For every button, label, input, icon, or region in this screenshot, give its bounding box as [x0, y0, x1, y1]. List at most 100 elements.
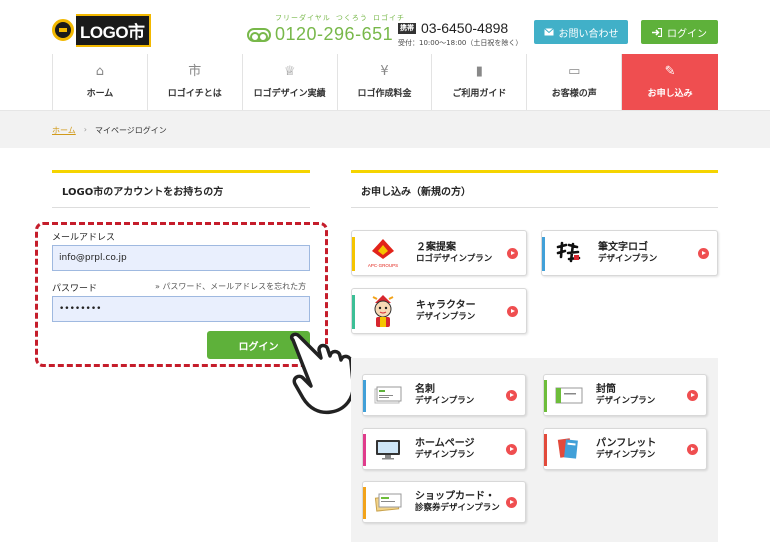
- plan-subtitle: 診察券デザインプラン: [415, 502, 500, 513]
- plan-character[interactable]: キャラクター デザインプラン: [351, 288, 527, 334]
- arrow-right-icon: [687, 390, 698, 401]
- arrow-right-icon: [506, 497, 517, 508]
- plan-title: ショップカード・: [415, 490, 495, 502]
- plan-accent-bar: [542, 237, 545, 271]
- nav-item-voices[interactable]: ▭ お客様の声: [527, 54, 623, 110]
- yen-icon: ¥: [380, 64, 389, 79]
- freedial-kana: つくろう: [335, 14, 368, 22]
- plan-title: ２案提案: [416, 241, 456, 253]
- shop-card-thumbnail: [373, 491, 403, 513]
- apply-section-title: お申し込み（新規の方）: [351, 170, 718, 208]
- breadcrumb-bar: ホーム › マイページログイン: [0, 110, 770, 148]
- nav-label: ロゴデザイン実績: [253, 89, 326, 99]
- apc-logo-thumbnail: APC·GROUPS: [362, 237, 404, 269]
- plan-subtitle: デザインプラン: [596, 449, 656, 460]
- freedial-icon: [247, 27, 271, 42]
- plan-title: ホームページ: [415, 437, 475, 449]
- arrow-right-icon: [507, 248, 518, 259]
- plan-title: 名刺: [415, 383, 435, 395]
- plan-envelope[interactable]: 封筒 デザインプラン: [543, 374, 707, 416]
- plan-subtitle: デザインプラン: [596, 395, 656, 406]
- brush-calligraphy-thumbnail: [552, 241, 584, 265]
- apc-caption: APC·GROUPS: [368, 263, 398, 268]
- home-icon: ⌂: [95, 64, 105, 79]
- arrow-right-icon: [698, 248, 709, 259]
- plan-accent-bar: [352, 295, 355, 329]
- logo-coin-icon: [52, 19, 74, 41]
- header-login-button[interactable]: ログイン: [641, 20, 718, 44]
- phone-block: 携帯 03-6450-4898 受付：10:00〜18:00（土日祝を除く）: [398, 20, 522, 48]
- main-nav: ⌂ ホーム 市 ロゴイチとは ♕ ロゴデザイン実績 ¥ ロゴ作成料金 ▮ ご利用…: [52, 54, 719, 110]
- nav-label: ロゴ作成料金: [357, 89, 412, 99]
- forgot-password-link[interactable]: » パスワード、メールアドレスを忘れた方: [155, 281, 306, 292]
- plan-homepage[interactable]: ホームページ デザインプラン: [362, 428, 526, 470]
- plan-subtitle: ロゴデザインプラン: [416, 253, 493, 264]
- plan-accent-bar: [352, 237, 355, 271]
- nav-label: お申し込み: [647, 89, 693, 99]
- nav-label: ホーム: [86, 89, 114, 99]
- breadcrumb-current: マイページログイン: [94, 126, 167, 135]
- business-card-thumbnail: [373, 385, 403, 405]
- plan-accent-bar: [544, 380, 547, 412]
- nav-label: ご利用ガイド: [452, 89, 507, 99]
- breadcrumb-home-link[interactable]: ホーム: [52, 125, 76, 136]
- header-login-label: ログイン: [667, 28, 707, 40]
- nav-item-pricing[interactable]: ¥ ロゴ作成料金: [338, 54, 433, 110]
- plan-shop-card[interactable]: ショップカード・ 診察券デザインプラン: [362, 481, 526, 523]
- mobile-badge: 携帯: [398, 22, 416, 34]
- plan-subtitle: デザインプラン: [598, 253, 658, 264]
- logo-text: LOGO市: [80, 22, 145, 42]
- character-thumbnail: [362, 293, 404, 329]
- breadcrumb-separator: ›: [83, 125, 87, 134]
- mail-icon: [543, 28, 554, 36]
- plan-title: 封筒: [596, 383, 616, 395]
- password-label: パスワード: [52, 284, 98, 294]
- arrow-right-icon: [506, 444, 517, 455]
- email-label: メールアドレス: [52, 233, 116, 243]
- plan-pamphlet[interactable]: パンフレット デザインプラン: [543, 428, 707, 470]
- nav-item-home[interactable]: ⌂ ホーム: [53, 54, 148, 110]
- monitor-thumbnail: [373, 438, 403, 460]
- login-section-title: LOGO市のアカウントをお持ちの方: [52, 170, 310, 208]
- nav-item-guide[interactable]: ▮ ご利用ガイド: [432, 54, 528, 110]
- speech-icon: ▭: [568, 64, 581, 79]
- email-field[interactable]: info@prpl.co.jp: [52, 245, 310, 271]
- plan-accent-bar: [363, 434, 366, 466]
- plan-accent-bar: [363, 380, 366, 412]
- edit-icon: ✎: [664, 64, 676, 79]
- trophy-icon: ♕: [283, 64, 296, 79]
- plan-title: 筆文字ロゴ: [598, 241, 648, 253]
- phone-number[interactable]: 03-6450-4898: [421, 20, 508, 36]
- envelope-thumbnail: [554, 385, 584, 405]
- password-field[interactable]: ••••••••: [52, 296, 310, 322]
- plan-business-card[interactable]: 名刺 デザインプラン: [362, 374, 526, 416]
- plan-subtitle: デザインプラン: [415, 449, 475, 460]
- contact-button[interactable]: お問い合わせ: [534, 20, 628, 44]
- ichi-icon: 市: [188, 64, 202, 79]
- arrow-right-icon: [687, 444, 698, 455]
- plan-title: キャラクター: [416, 299, 476, 311]
- freedial-block: フリーダイヤル つくろう ロゴイチ 0120-296-651: [247, 13, 405, 45]
- contact-button-label: お問い合わせ: [558, 28, 619, 40]
- site-logo[interactable]: LOGO市: [52, 13, 151, 47]
- nav-item-about[interactable]: 市 ロゴイチとは: [148, 54, 243, 110]
- plan-brush-logo[interactable]: 筆文字ロゴ デザインプラン: [541, 230, 718, 276]
- breadcrumb: ホーム › マイページログイン: [52, 125, 167, 136]
- plan-subtitle: デザインプラン: [415, 395, 475, 406]
- freedial-kana: フリーダイヤル: [275, 14, 331, 22]
- nav-label: お客様の声: [551, 89, 597, 99]
- plan-two-proposals[interactable]: APC·GROUPS ２案提案 ロゴデザインプラン: [351, 230, 527, 276]
- plan-accent-bar: [544, 434, 547, 466]
- nav-item-works[interactable]: ♕ ロゴデザイン実績: [243, 54, 338, 110]
- bookmark-icon: ▮: [475, 64, 483, 79]
- plan-subtitle: デザインプラン: [416, 311, 476, 322]
- pamphlet-thumbnail: [554, 436, 584, 462]
- phone-hours: 受付：10:00〜18:00（土日祝を除く）: [398, 39, 523, 47]
- nav-label: ロゴイチとは: [167, 89, 222, 99]
- plan-accent-bar: [363, 487, 366, 519]
- freedial-number[interactable]: 0120-296-651: [275, 24, 393, 45]
- plan-title: パンフレット: [596, 437, 657, 449]
- sign-in-icon: [652, 27, 662, 37]
- nav-item-apply[interactable]: ✎ お申し込み: [622, 54, 719, 110]
- arrow-right-icon: [507, 306, 518, 317]
